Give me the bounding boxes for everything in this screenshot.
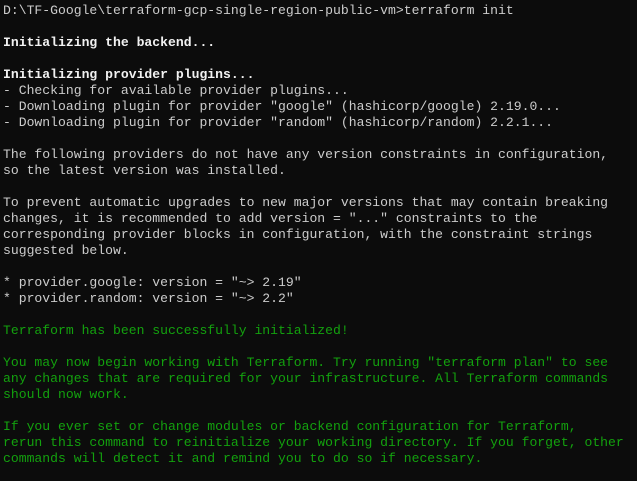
terminal-line: commands will detect it and remind you t… bbox=[3, 451, 483, 466]
terminal-line: Initializing provider plugins... bbox=[3, 67, 255, 82]
terminal-line: any changes that are required for your i… bbox=[3, 371, 609, 386]
terminal-line: To prevent automatic upgrades to new maj… bbox=[3, 195, 609, 210]
terminal-line: corresponding provider blocks in configu… bbox=[3, 227, 593, 242]
terminal-line: - Checking for available provider plugin… bbox=[3, 83, 349, 98]
terminal-line: You may now begin working with Terraform… bbox=[3, 355, 609, 370]
terminal-line: * provider.random: version = "~> 2.2" bbox=[3, 291, 294, 306]
terminal-line: - Downloading plugin for provider "googl… bbox=[3, 99, 561, 114]
terminal-line: The following providers do not have any … bbox=[3, 147, 609, 162]
terminal-line: should now work. bbox=[3, 387, 129, 402]
terminal-line: D:\TF-Google\terraform-gcp-single-region… bbox=[3, 3, 514, 18]
terminal-line: - Downloading plugin for provider "rando… bbox=[3, 115, 554, 130]
terminal-line: suggested below. bbox=[3, 243, 129, 258]
terminal-line: so the latest version was installed. bbox=[3, 163, 286, 178]
terminal-window[interactable]: D:\TF-Google\terraform-gcp-single-region… bbox=[0, 0, 637, 481]
terminal-line: rerun this command to reinitialize your … bbox=[3, 435, 624, 450]
terminal-line: * provider.google: version = "~> 2.19" bbox=[3, 275, 302, 290]
terminal-line: Initializing the backend... bbox=[3, 35, 216, 50]
terminal-line: changes, it is recommended to add versio… bbox=[3, 211, 538, 226]
terminal-line: Terraform has been successfully initiali… bbox=[3, 323, 349, 338]
terminal-line: If you ever set or change modules or bac… bbox=[3, 419, 577, 434]
